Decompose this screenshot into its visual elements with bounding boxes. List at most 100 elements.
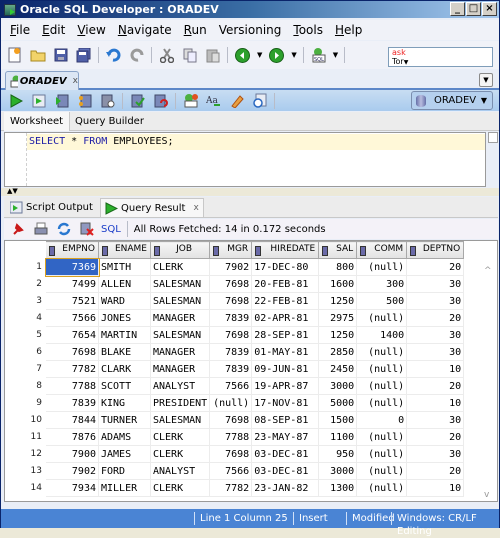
cell-hiredate[interactable]: 17-NOV-81 (251, 394, 320, 412)
cell-mgr[interactable]: 7698 (209, 292, 253, 310)
cell-sal[interactable]: 5000 (318, 394, 358, 412)
cell-ename[interactable]: MILLER (98, 479, 151, 497)
cell-comm[interactable]: (null) (356, 258, 408, 276)
cell-sal[interactable]: 3000 (318, 377, 358, 395)
cell-ename[interactable]: ALLEN (98, 275, 151, 293)
cell-comm[interactable]: 1400 (356, 326, 408, 344)
cell-empno[interactable]: 7934 (45, 479, 99, 497)
maximize-button[interactable]: □ (466, 2, 481, 16)
cell-sal[interactable]: 2850 (318, 343, 358, 361)
connection-selector[interactable]: ORADEV ▼ (411, 91, 493, 110)
tab-query-builder[interactable]: Query Builder (69, 112, 150, 131)
sql-editor[interactable]: SELECT * FROM EMPLOYEES; (4, 132, 486, 187)
cell-job[interactable]: ANALYST (149, 377, 211, 395)
code-line[interactable]: SELECT * FROM EMPLOYEES; (27, 134, 485, 150)
sql-tuning-advisor-icon[interactable] (99, 93, 116, 109)
cell-mgr[interactable]: 7698 (209, 445, 253, 463)
row-number[interactable]: 9 (5, 394, 46, 412)
cell-sal[interactable]: 1600 (318, 275, 358, 293)
tab-script-output[interactable]: Script Output x (6, 198, 110, 217)
unshared-sql-worksheet-icon[interactable] (182, 93, 199, 109)
cell-ename[interactable]: MARTIN (98, 326, 151, 344)
column-header[interactable]: MGR (209, 241, 253, 259)
tab-close-icon[interactable]: x (193, 203, 198, 213)
sort-icon[interactable] (49, 246, 55, 256)
tab-worksheet[interactable]: Worksheet (4, 112, 70, 131)
cell-comm[interactable]: (null) (356, 360, 408, 378)
explain-plan-icon[interactable] (76, 93, 93, 109)
row-number[interactable]: 7 (5, 360, 46, 378)
cell-job[interactable]: MANAGER (149, 360, 211, 378)
row-number[interactable]: 14 (5, 479, 46, 497)
cell-sal[interactable]: 800 (318, 258, 358, 276)
table-row[interactable]: 11 7876 ADAMS CLERK 7788 23-MAY-87 1100 (null) 2… (5, 428, 465, 446)
table-row[interactable]: 9 7839 KING PRESIDENT (null) 17-NOV-81 5000 (nu… (5, 394, 465, 412)
cell-mgr[interactable]: 7698 (209, 275, 253, 293)
cell-comm[interactable]: (null) (356, 343, 408, 361)
table-row[interactable]: 6 7698 BLAKE MANAGER 7839 01-MAY-81 2850 (null)… (5, 343, 465, 361)
cell-mgr[interactable]: 7902 (209, 258, 253, 276)
print-icon[interactable] (32, 221, 49, 237)
cell-deptno[interactable]: 30 (406, 411, 465, 429)
table-row[interactable]: 5 7654 MARTIN SALESMAN 7698 28-SEP-81 1250 1400… (5, 326, 465, 344)
cell-hiredate[interactable]: 20-FEB-81 (251, 275, 320, 293)
cell-deptno[interactable]: 20 (406, 309, 465, 327)
table-row[interactable]: 14 7934 MILLER CLERK 7782 23-JAN-82 1300 (null)… (5, 479, 465, 497)
cancel-query-icon[interactable] (78, 221, 95, 237)
cut-icon[interactable] (158, 47, 175, 63)
cell-sal[interactable]: 1100 (318, 428, 358, 446)
cell-empno[interactable]: 7521 (45, 292, 99, 310)
cell-sal[interactable]: 2450 (318, 360, 358, 378)
cell-job[interactable]: MANAGER (149, 343, 211, 361)
cell-ename[interactable]: WARD (98, 292, 151, 310)
cell-sal[interactable]: 1300 (318, 479, 358, 497)
cell-job[interactable]: SALESMAN (149, 326, 211, 344)
cell-ename[interactable]: JAMES (98, 445, 151, 463)
cell-comm[interactable]: (null) (356, 309, 408, 327)
cell-ename[interactable]: TURNER (98, 411, 151, 429)
cell-deptno[interactable]: 20 (406, 377, 465, 395)
table-row[interactable]: 12 7900 JAMES CLERK 7698 03-DEC-81 950 (null) 30 (5, 445, 465, 463)
redo-icon[interactable] (128, 47, 145, 63)
column-header[interactable]: COMM (356, 241, 408, 259)
menu-run[interactable]: Run (178, 23, 213, 37)
autotrace-icon[interactable] (53, 93, 70, 109)
column-header[interactable]: ENAME (98, 241, 151, 259)
cell-mgr[interactable]: 7839 (209, 309, 253, 327)
cell-hiredate[interactable]: 08-SEP-81 (251, 411, 320, 429)
sort-icon[interactable] (102, 246, 108, 256)
cell-ename[interactable]: SCOTT (98, 377, 151, 395)
menu-versioning[interactable]: Versioning (213, 23, 288, 37)
new-file-icon[interactable] (6, 47, 23, 63)
cell-comm[interactable]: (null) (356, 445, 408, 463)
forward-dropdown-icon[interactable]: ▼ (291, 51, 296, 59)
menu-navigate[interactable]: Navigate (112, 23, 178, 37)
row-number[interactable]: 1 (5, 258, 46, 276)
cell-job[interactable]: PRESIDENT (149, 394, 211, 412)
row-number[interactable]: 10 (5, 411, 46, 429)
back-icon[interactable] (234, 47, 251, 63)
row-number[interactable]: 5 (5, 326, 46, 344)
cell-ename[interactable]: BLAKE (98, 343, 151, 361)
cell-empno[interactable]: 7369 (44, 257, 100, 277)
cell-deptno[interactable]: 10 (406, 479, 465, 497)
cell-mgr[interactable]: 7782 (209, 479, 253, 497)
tab-query-result[interactable]: Query Result x (100, 198, 204, 217)
open-folder-icon[interactable] (29, 47, 46, 63)
cell-deptno[interactable]: 10 (406, 360, 465, 378)
sort-icon[interactable] (322, 246, 329, 256)
cell-deptno[interactable]: 20 (406, 462, 465, 480)
cell-mgr[interactable]: 7839 (209, 360, 253, 378)
cell-empno[interactable]: 7844 (45, 411, 99, 429)
grid-scrollbar[interactable]: ^ v (482, 240, 496, 502)
back-dropdown-icon[interactable]: ▼ (257, 51, 262, 59)
cell-hiredate[interactable]: 02-APR-81 (251, 309, 320, 327)
cell-empno[interactable]: 7902 (45, 462, 99, 480)
cell-deptno[interactable]: 30 (406, 343, 465, 361)
cell-deptno[interactable]: 20 (406, 258, 465, 276)
panel-splitter[interactable]: ▲▼ (1, 188, 499, 196)
cell-hiredate[interactable]: 01-MAY-81 (251, 343, 320, 361)
cell-job[interactable]: SALESMAN (149, 292, 211, 310)
tab-list-dropdown[interactable]: ▼ (479, 73, 493, 87)
commit-icon[interactable] (129, 93, 146, 109)
